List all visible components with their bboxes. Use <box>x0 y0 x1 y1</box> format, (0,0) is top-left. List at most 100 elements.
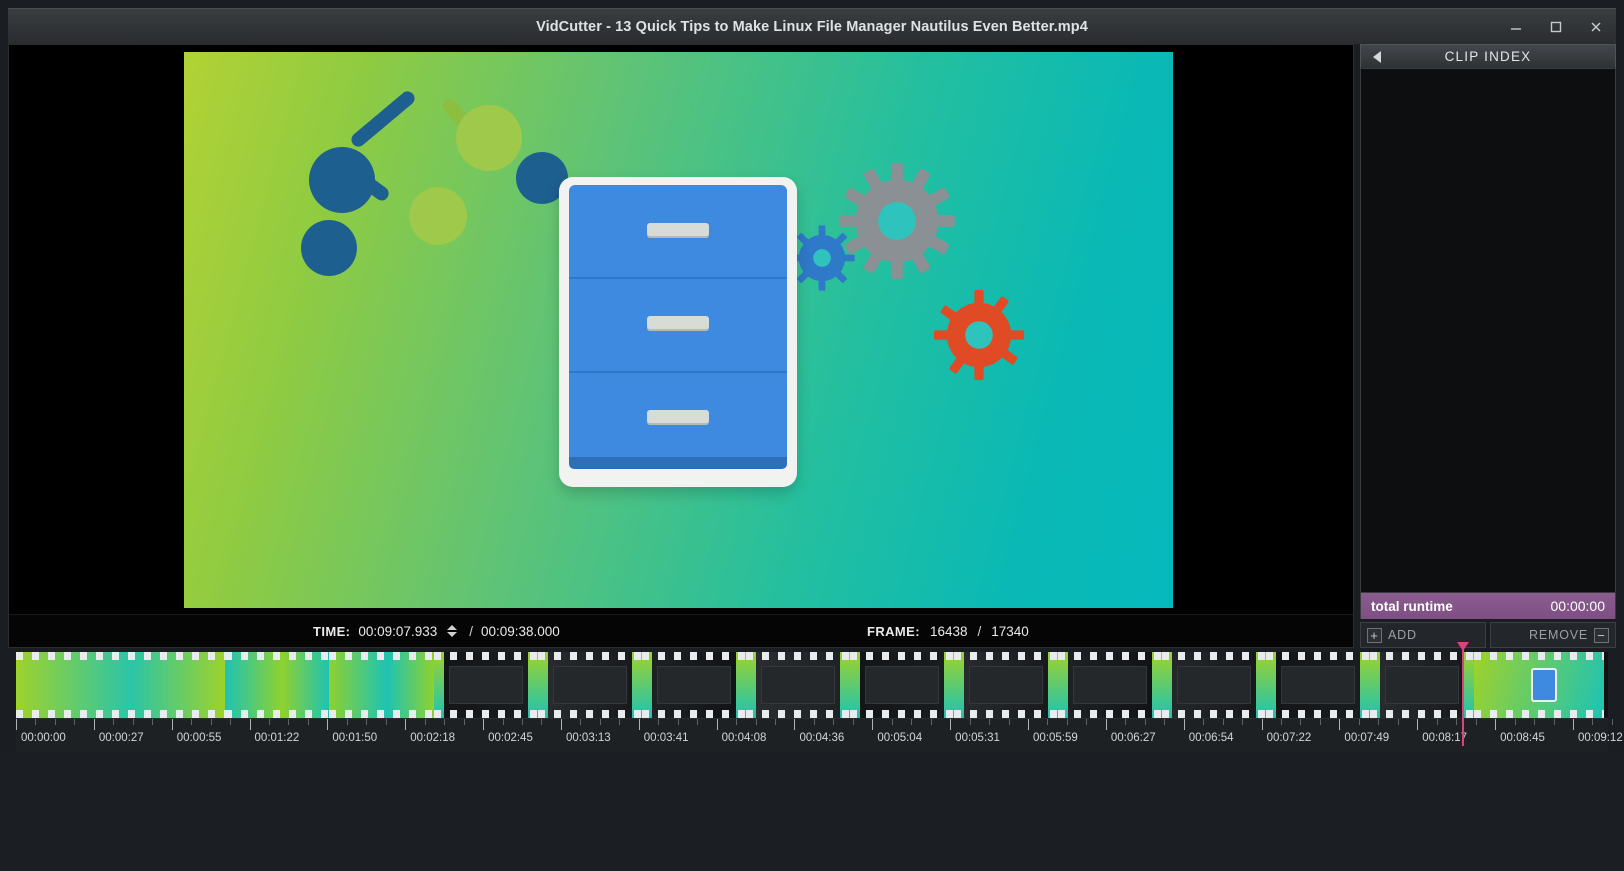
ruler-tick-minor <box>755 719 757 725</box>
time-stepper[interactable] <box>447 625 459 637</box>
maximize-icon[interactable] <box>1546 17 1566 37</box>
ruler-tick-minor <box>930 719 932 725</box>
ruler-tick-minor <box>1534 719 1536 725</box>
timeline[interactable]: 00:00:00 00:00:27 00:00:55 00:01:22 00:01:50… <box>16 642 1623 752</box>
ruler-tick-major <box>1572 719 1574 730</box>
timeline-thumbnail[interactable] <box>746 652 850 718</box>
ruler-tick-minor <box>1456 719 1458 725</box>
timeline-ruler[interactable]: 00:00:00 00:00:27 00:00:55 00:01:22 00:01:50… <box>16 718 1623 752</box>
ruler-tick-minor <box>1319 719 1321 725</box>
ruler-tick-major <box>1028 719 1030 730</box>
timeline-thumbnail[interactable] <box>538 652 642 718</box>
ruler-tick-minor <box>269 719 270 725</box>
window-controls <box>1506 9 1606 45</box>
film-perforation <box>1162 652 1266 660</box>
ruler-tick-minor <box>891 719 893 725</box>
total-runtime-bar: total runtime 00:00:00 <box>1360 593 1616 619</box>
ruler-tick-minor <box>152 719 154 725</box>
thumbnail-content <box>968 666 1044 704</box>
ruler-label: 00:08:45 <box>1500 732 1545 744</box>
timeline-thumbnail[interactable] <box>16 652 225 718</box>
ruler-label: 00:00:55 <box>176 732 222 744</box>
ruler-tick-minor <box>444 719 446 725</box>
clip-actions: + ADD REMOVE − <box>1360 622 1616 648</box>
ruler-label: 00:06:54 <box>1188 732 1234 744</box>
molecule-bond <box>348 88 418 150</box>
ruler-tick-minor <box>424 719 426 725</box>
ruler-label: 00:02:18 <box>410 732 455 744</box>
film-perforation <box>1162 710 1266 718</box>
timeline-thumbnail[interactable] <box>1474 652 1604 718</box>
add-clip-label: ADD <box>1388 628 1417 642</box>
collapse-panel-icon[interactable] <box>1373 50 1381 63</box>
minimize-icon[interactable] <box>1506 17 1526 37</box>
ruler-tick-minor <box>969 719 971 725</box>
timeline-thumbnail[interactable] <box>954 652 1058 718</box>
ruler-tick-minor <box>1066 719 1068 725</box>
ruler-tick-major <box>716 719 718 730</box>
film-perforation <box>954 652 1058 660</box>
film-perforation <box>1058 710 1162 718</box>
ruler-tick-minor <box>1144 719 1146 725</box>
film-perforation <box>954 710 1058 718</box>
playhead[interactable] <box>1456 642 1469 746</box>
timeline-thumbnail[interactable] <box>1266 652 1370 718</box>
timeline-thumbnail[interactable] <box>1370 652 1474 718</box>
ruler-tick-minor <box>132 719 134 725</box>
ruler-label: 00:05:31 <box>955 732 1000 744</box>
ruler-tick-minor <box>580 719 582 725</box>
film-perforation <box>642 710 746 718</box>
cabinet-body <box>569 185 787 466</box>
thumbnail-content <box>448 666 524 704</box>
thumbnail-content <box>1280 666 1356 704</box>
frame-total: 17340 <box>991 623 1029 639</box>
ruler-tick-major <box>1105 719 1107 730</box>
ruler-tick-minor <box>346 719 348 725</box>
video-surface[interactable] <box>9 45 1353 614</box>
ruler-label: 00:03:13 <box>565 732 611 744</box>
ruler-tick-minor <box>74 719 76 725</box>
ruler-tick-minor <box>230 719 232 725</box>
film-perforation <box>538 710 642 718</box>
timeline-thumbnail[interactable] <box>225 652 329 718</box>
cabinet-base <box>569 457 787 469</box>
ruler-tick-minor <box>1281 719 1283 725</box>
timeline-thumbnail[interactable] <box>642 652 746 718</box>
film-perforation <box>1370 710 1474 718</box>
time-current[interactable]: 00:09:07.933 <box>358 624 437 639</box>
thumbnail-content <box>1531 668 1558 702</box>
ruler-tick-major <box>405 719 407 730</box>
timeline-thumbnail[interactable] <box>1162 652 1266 718</box>
ruler-tick-minor <box>599 719 601 725</box>
ruler-tick-major <box>1183 719 1185 730</box>
ruler-tick-minor <box>1553 719 1555 725</box>
close-icon[interactable] <box>1586 17 1606 37</box>
ruler-label: 00:00:27 <box>98 732 144 744</box>
timeline-thumbnail[interactable] <box>434 652 538 718</box>
timeline-thumbnail[interactable] <box>329 652 434 718</box>
clip-index-list[interactable] <box>1360 68 1616 593</box>
gear-icon-large-grey <box>839 163 955 279</box>
ruler-tick-minor <box>833 719 835 725</box>
plus-icon: + <box>1367 627 1382 643</box>
ruler-tick-minor <box>307 719 309 725</box>
ruler-tick-minor <box>35 719 37 725</box>
ruler-tick-minor <box>54 719 56 725</box>
ruler-label: 00:01:22 <box>254 732 300 744</box>
film-perforation <box>225 652 329 660</box>
bottom-toolbar: OSD Open MediaPlay MediaStart ClipEnd Cl… <box>0 752 1624 871</box>
ruler-tick-minor <box>113 719 115 725</box>
ruler-tick-minor <box>658 719 660 725</box>
timeline-thumbnails[interactable] <box>16 652 1608 718</box>
ruler-tick-minor <box>522 719 523 725</box>
timeline-thumbnail[interactable] <box>850 652 954 718</box>
timeline-thumbnail[interactable] <box>1058 652 1162 718</box>
time-total: 00:09:38.000 <box>480 623 560 639</box>
film-perforation <box>329 710 434 718</box>
remove-clip-button[interactable]: REMOVE − <box>1490 622 1616 648</box>
ruler-tick-minor <box>1222 719 1224 725</box>
thumbnail-content <box>552 666 628 704</box>
thumbnail-content <box>1176 666 1252 704</box>
ruler-tick-major <box>1261 719 1263 730</box>
ruler-tick-minor <box>775 719 777 725</box>
